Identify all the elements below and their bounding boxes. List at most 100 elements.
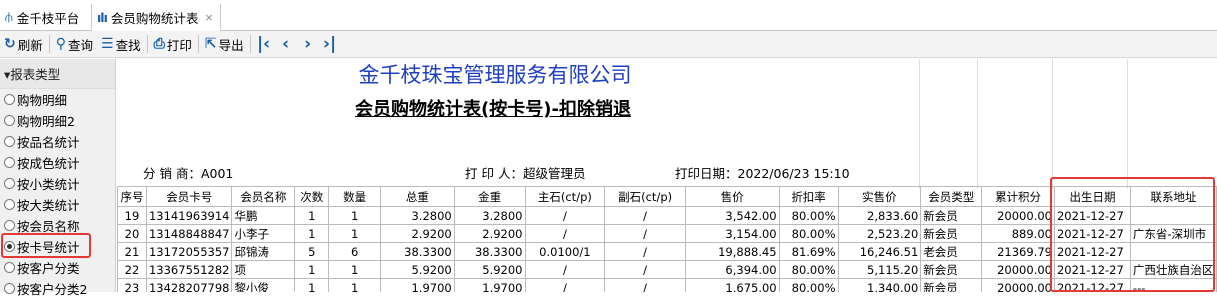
radio-icon — [4, 115, 15, 126]
table-cell: 20000.00 — [981, 278, 1055, 292]
export-button[interactable]: ⇱ 导出 — [201, 31, 248, 58]
table-cell: 13148848847 — [145, 224, 233, 243]
print-label: 打印 — [166, 37, 192, 53]
report-type-option[interactable]: 购物明细2 — [0, 110, 115, 131]
refresh-button[interactable]: ↻ 刷新 — [0, 31, 47, 58]
column-header[interactable]: 会员卡号 — [145, 186, 233, 207]
report-type-label: 按成色统计 — [17, 156, 80, 171]
table-cell: 2.9200 — [379, 224, 455, 243]
print-button[interactable]: ⎙ 打印 — [150, 31, 196, 58]
search-icon: ⚲ — [55, 36, 67, 52]
table-cell: 13367551282 — [145, 260, 233, 279]
table-cell: 老会员 — [920, 242, 983, 261]
printer-icon: ⎙ — [153, 36, 165, 52]
column-header[interactable]: 总重 — [379, 186, 455, 207]
table-cell: / — [524, 206, 606, 225]
column-header[interactable]: 次数 — [294, 186, 330, 207]
table-cell: 0.0100/1 — [524, 242, 606, 261]
table-cell: 3,154.00 — [684, 224, 780, 243]
report-type-panel: ▾报表类型 购物明细 购物明细2 按品名统计 按成色统计 按小类统计 按大类统计 按会员名称… — [0, 59, 116, 297]
table-cell: 华鹏 — [231, 206, 296, 225]
report-type-label: 购物明细2 — [17, 114, 75, 129]
table-cell: 21369.79 — [981, 242, 1055, 261]
report-type-option[interactable]: 购物明细 — [0, 89, 115, 110]
table-cell: 19 — [117, 206, 147, 225]
table-cell: 3.2800 — [379, 206, 455, 225]
column-header[interactable]: 售价 — [684, 186, 780, 207]
column-header[interactable]: 实售价 — [837, 186, 922, 207]
table-cell: 1 — [294, 224, 330, 243]
report-type-label: 按客户分类 — [17, 261, 80, 276]
query-button[interactable]: ⚲ 查询 — [52, 31, 97, 58]
table-cell: 22 — [117, 260, 147, 279]
table-cell: 1,675.00 — [684, 278, 780, 292]
tab-member-shopping-report[interactable]: ılı 会员购物统计表 × — [91, 4, 221, 31]
table-cell: 2,833.60 — [837, 206, 922, 225]
divider — [249, 35, 251, 53]
table-cell: 1.9700 — [453, 278, 526, 292]
table-cell: 80.00% — [778, 224, 839, 243]
last-page-icon[interactable]: ›| — [319, 31, 341, 58]
tab-label: 会员购物统计表 — [110, 11, 199, 26]
first-page-icon[interactable]: |‹ — [253, 31, 275, 58]
tab-platform[interactable]: ⫛ 金千枝平台 — [0, 4, 90, 31]
radio-icon — [4, 283, 15, 294]
table-cell: 20000.00 — [981, 260, 1055, 279]
divider — [197, 35, 199, 53]
table-cell: 80.00% — [778, 260, 839, 279]
report-type-option[interactable]: 按客户分类 — [0, 257, 115, 278]
table-cell: 2.9200 — [453, 224, 526, 243]
report-type-list: 购物明细 购物明细2 按品名统计 按成色统计 按小类统计 按大类统计 按会员名称 按卡号统计按… — [0, 89, 115, 299]
table-cell: 20 — [117, 224, 147, 243]
find-icon: ☰ — [101, 36, 114, 52]
report-type-option[interactable]: 按小类统计 — [0, 173, 115, 194]
refresh-icon: ↻ — [4, 36, 16, 52]
table-cell: 5.9200 — [453, 260, 526, 279]
column-header[interactable]: 折扣率 — [778, 186, 839, 207]
report-type-label: 按大类统计 — [17, 198, 80, 213]
radio-icon — [4, 136, 15, 147]
table-cell: 2,523.20 — [837, 224, 922, 243]
table-cell: 16,246.51 — [837, 242, 922, 261]
column-header[interactable]: 序号 — [117, 186, 147, 207]
table-cell: 23 — [117, 278, 147, 292]
report-type-label: 购物明细 — [17, 93, 68, 108]
find-button[interactable]: ☰ 查找 — [97, 31, 145, 58]
table-cell: 889.00 — [981, 224, 1055, 243]
report-type-label: 按小类统计 — [17, 177, 80, 192]
column-header[interactable]: 累计积分 — [981, 186, 1055, 207]
highlight-box — [1, 233, 91, 258]
column-header[interactable]: 金重 — [453, 186, 526, 207]
column-header[interactable]: 会员类型 — [920, 186, 983, 207]
radio-icon — [4, 262, 15, 273]
report-type-option[interactable]: 按品名统计 — [0, 131, 115, 152]
prev-page-icon[interactable]: ‹ — [275, 31, 297, 58]
next-page-icon[interactable]: › — [297, 31, 319, 58]
report-type-option[interactable]: 按大类统计 — [0, 194, 115, 215]
table-cell: 项 — [231, 260, 296, 279]
report-type-option[interactable]: 按客户分类2 — [0, 278, 115, 299]
table-cell: 5.9200 — [379, 260, 455, 279]
table-cell: 38.3300 — [453, 242, 526, 261]
table-cell: / — [604, 242, 686, 261]
close-icon[interactable]: × — [204, 11, 213, 24]
table-cell: / — [524, 260, 606, 279]
toolbar: ↻ 刷新 ⚲ 查询 ☰ 查找 ⎙ 打印 ⇱ 导出 |‹ ‹ › ›| — [0, 31, 1217, 58]
table-cell: 1 — [294, 260, 330, 279]
divider — [146, 35, 148, 53]
table-cell: 19,888.45 — [684, 242, 780, 261]
print-date-label: 打印日期：2022/06/23 15:10 — [675, 166, 850, 181]
table-cell: / — [524, 278, 606, 292]
table-cell: 81.69% — [778, 242, 839, 261]
table-cell: 1 — [328, 260, 381, 279]
table-cell: 3.2800 — [453, 206, 526, 225]
report-type-option[interactable]: 按成色统计 — [0, 152, 115, 173]
column-header[interactable]: 副石(ct/p) — [604, 186, 686, 207]
column-header[interactable]: 主石(ct/p) — [524, 186, 606, 207]
column-header[interactable]: 会员名称 — [231, 186, 296, 207]
column-header[interactable]: 数量 — [328, 186, 381, 207]
table-cell: 80.00% — [778, 278, 839, 292]
report-view: 金千枝珠宝管理服务有限公司 会员购物统计表(按卡号)-扣除销退 分 销 商：A0… — [117, 59, 1217, 292]
panel-header[interactable]: ▾报表类型 — [0, 59, 115, 89]
table-cell: / — [604, 224, 686, 243]
